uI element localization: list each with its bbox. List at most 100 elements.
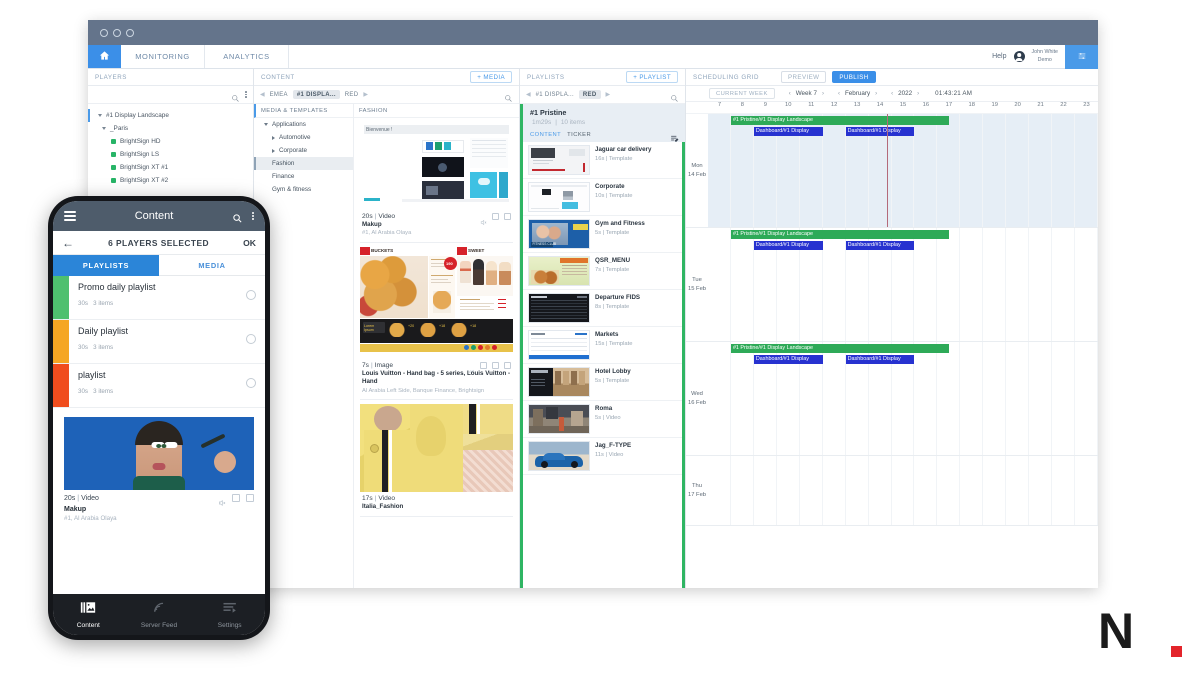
scheduling-day-rows[interactable]: Mon 14 Feb #1 Pristine/#1 Display Landscap… bbox=[686, 114, 1098, 588]
day-timeline[interactable]: #1 Pristine/#1 Display Landscape Dashboar… bbox=[708, 342, 1098, 455]
mobile-tab-playlists[interactable]: PLAYLISTS bbox=[53, 255, 159, 276]
playlist-item[interactable]: Hotel Lobby 5s | Template bbox=[523, 364, 685, 401]
tree-item-player[interactable]: BrightSign LS bbox=[88, 148, 253, 161]
playlist-item[interactable]: Markets 15s | Template bbox=[523, 327, 685, 364]
mt-item-applications[interactable]: Applications bbox=[254, 118, 353, 131]
content-card[interactable]: 17s | Video Italia_Fashion bbox=[360, 404, 513, 517]
breadcrumb-display[interactable]: #1 DISPLA... bbox=[292, 90, 340, 99]
playlist-items-list[interactable]: Jaguar car delivery 16s | Template Corpo… bbox=[520, 142, 685, 588]
mt-item-finance[interactable]: Finance bbox=[254, 170, 353, 183]
year-selector[interactable]: ‹ 2022 › bbox=[891, 90, 919, 97]
playlist-item[interactable]: FITNESS CLUB Gym and Fitness 5s | Templa… bbox=[523, 216, 685, 253]
schedule-event[interactable]: Dashboard/#1 Display bbox=[753, 126, 823, 136]
tree-item-player[interactable]: BrightSign HD bbox=[88, 135, 253, 148]
tab-analytics[interactable]: ANALYTICS bbox=[205, 45, 289, 68]
nav-server-feed[interactable]: Server Feed bbox=[124, 601, 195, 629]
window-maximize-icon[interactable] bbox=[126, 28, 134, 37]
kebab-menu-icon[interactable] bbox=[245, 91, 247, 98]
search-icon[interactable] bbox=[232, 211, 243, 223]
card-action-icons[interactable] bbox=[480, 213, 511, 226]
next-year-icon[interactable]: › bbox=[917, 91, 919, 97]
kebab-menu-icon[interactable] bbox=[252, 211, 254, 221]
publish-button[interactable]: PUBLISH bbox=[832, 71, 876, 83]
day-timeline[interactable]: #1 Pristine/#1 Display Landscape Dashboar… bbox=[708, 114, 1098, 227]
schedule-event[interactable]: Dashboard/#1 Display bbox=[753, 354, 823, 364]
nav-content[interactable]: Content bbox=[53, 601, 124, 629]
schedule-event[interactable]: Dashboard/#1 Display bbox=[845, 126, 915, 136]
card-action-icons[interactable] bbox=[468, 361, 511, 374]
scheduling-day-row[interactable]: Wed 16 Feb #1 Pristine/#1 Display Landscap… bbox=[686, 342, 1098, 456]
tree-item-player[interactable]: BrightSign XT #1 bbox=[88, 161, 253, 174]
tree-item-display-landscape[interactable]: #1 Display Landscape bbox=[88, 109, 253, 122]
mobile-media-card[interactable]: 20s | Video Makup #1, Al Arabia Olaya bbox=[53, 408, 265, 594]
tab-home[interactable] bbox=[88, 45, 121, 68]
layout-toggle-button[interactable] bbox=[1065, 44, 1098, 69]
search-icon[interactable] bbox=[231, 90, 240, 102]
mobile-card-icons[interactable] bbox=[218, 494, 254, 507]
mt-item-gym-fitness[interactable]: Gym & fitness bbox=[254, 183, 353, 196]
help-link[interactable]: Help bbox=[992, 53, 1006, 60]
content-card[interactable]: BUCKETS SWEET 190 Lorem Ipsum +20 +18 +1… bbox=[360, 246, 513, 401]
schedule-event[interactable]: Dashboard/#1 Display bbox=[753, 240, 823, 250]
breadcrumb-next-icon[interactable]: ▶ bbox=[606, 91, 611, 98]
content-card-list[interactable]: Bienvenue ! 20s | Video Makup #1, Al Ara… bbox=[354, 118, 519, 588]
breadcrumb-red[interactable]: RED bbox=[345, 92, 359, 98]
week-selector[interactable]: ‹ Week 7 › bbox=[789, 90, 824, 97]
search-icon[interactable] bbox=[670, 90, 679, 102]
user-avatar-icon[interactable] bbox=[1013, 51, 1025, 62]
day-timeline[interactable] bbox=[708, 456, 1098, 525]
mute-icon[interactable] bbox=[218, 494, 226, 507]
tab-playlist-content[interactable]: CONTENT bbox=[530, 132, 561, 138]
image-icon[interactable] bbox=[232, 494, 240, 502]
breadcrumb-prev-icon[interactable]: ◀ bbox=[260, 91, 265, 98]
mobile-playlist-row[interactable]: Daily playlist 30s 3 items bbox=[53, 320, 265, 364]
nav-settings[interactable]: Settings bbox=[194, 601, 265, 629]
scheduling-day-row[interactable]: Tue 15 Feb #1 Pristine/#1 Display Landscap… bbox=[686, 228, 1098, 342]
schedule-event[interactable]: #1 Pristine/#1 Display Landscape bbox=[730, 344, 949, 353]
schedule-event[interactable]: #1 Pristine/#1 Display Landscape bbox=[730, 116, 949, 125]
back-arrow-icon[interactable]: ← bbox=[62, 236, 74, 250]
calendar-icon[interactable] bbox=[246, 494, 254, 502]
window-close-icon[interactable] bbox=[100, 28, 108, 37]
month-selector[interactable]: ‹ February › bbox=[838, 90, 877, 97]
breadcrumb-prev-icon[interactable]: ◀ bbox=[526, 91, 531, 98]
next-month-icon[interactable]: › bbox=[875, 91, 877, 97]
tree-item-paris[interactable]: _Paris bbox=[88, 122, 253, 135]
tab-monitoring[interactable]: MONITORING bbox=[121, 45, 205, 68]
content-card[interactable]: Bienvenue ! 20s | Video Makup #1, Al Ara… bbox=[360, 122, 513, 243]
day-timeline[interactable]: #1 Pristine/#1 Display Landscape Dashboar… bbox=[708, 228, 1098, 341]
window-minimize-icon[interactable] bbox=[113, 28, 121, 37]
next-week-icon[interactable]: › bbox=[822, 91, 824, 97]
prev-week-icon[interactable]: ‹ bbox=[789, 91, 791, 97]
playlist-item[interactable]: Jaguar car delivery 16s | Template bbox=[523, 142, 685, 179]
schedule-event[interactable]: Dashboard/#1 Display bbox=[845, 240, 915, 250]
playlist-select-radio[interactable] bbox=[246, 334, 256, 344]
playlist-item[interactable]: Roma 5s | Video bbox=[523, 401, 685, 438]
playlist-select-radio[interactable] bbox=[246, 378, 256, 388]
calendar-icon[interactable] bbox=[504, 213, 511, 220]
playlist-item[interactable]: Corporate 10s | Template bbox=[523, 179, 685, 216]
current-week-button[interactable]: CURRENT WEEK bbox=[709, 88, 775, 99]
mobile-tab-media[interactable]: MEDIA bbox=[159, 255, 265, 276]
playlist-item[interactable]: Departure FIDS 8s | Template bbox=[523, 290, 685, 327]
mute-icon[interactable] bbox=[480, 213, 487, 226]
scheduling-day-row[interactable]: Thu 17 Feb bbox=[686, 456, 1098, 526]
current-playlist-header[interactable]: #1 Pristine 1m29s | 10 items CONTENT TICKE… bbox=[520, 104, 685, 143]
add-media-button[interactable]: + MEDIA bbox=[470, 71, 512, 83]
playlist-item[interactable]: Jag_F-TYPE 11s | Video bbox=[523, 438, 685, 475]
playlist-edit-icon[interactable] bbox=[670, 130, 679, 143]
preview-button[interactable]: PREVIEW bbox=[781, 71, 827, 83]
prev-month-icon[interactable]: ‹ bbox=[838, 91, 840, 97]
schedule-event[interactable]: Dashboard/#1 Display bbox=[845, 354, 915, 364]
tab-playlist-ticker[interactable]: TICKER bbox=[567, 132, 591, 138]
image-icon[interactable] bbox=[480, 361, 487, 369]
breadcrumb-red[interactable]: RED bbox=[578, 90, 601, 99]
mobile-playlist-row[interactable]: Promo daily playlist 30s 3 items bbox=[53, 276, 265, 320]
scheduling-day-row[interactable]: Mon 14 Feb #1 Pristine/#1 Display Landscap… bbox=[686, 114, 1098, 228]
ok-button[interactable]: OK bbox=[243, 238, 256, 248]
breadcrumb-emea[interactable]: EMEA bbox=[270, 92, 288, 98]
tree-item-player[interactable]: BrightSign XT #2 bbox=[88, 174, 253, 187]
hamburger-icon[interactable] bbox=[64, 210, 76, 222]
search-icon[interactable] bbox=[504, 90, 513, 102]
playlist-item[interactable]: QSR_MENU 7s | Template bbox=[523, 253, 685, 290]
